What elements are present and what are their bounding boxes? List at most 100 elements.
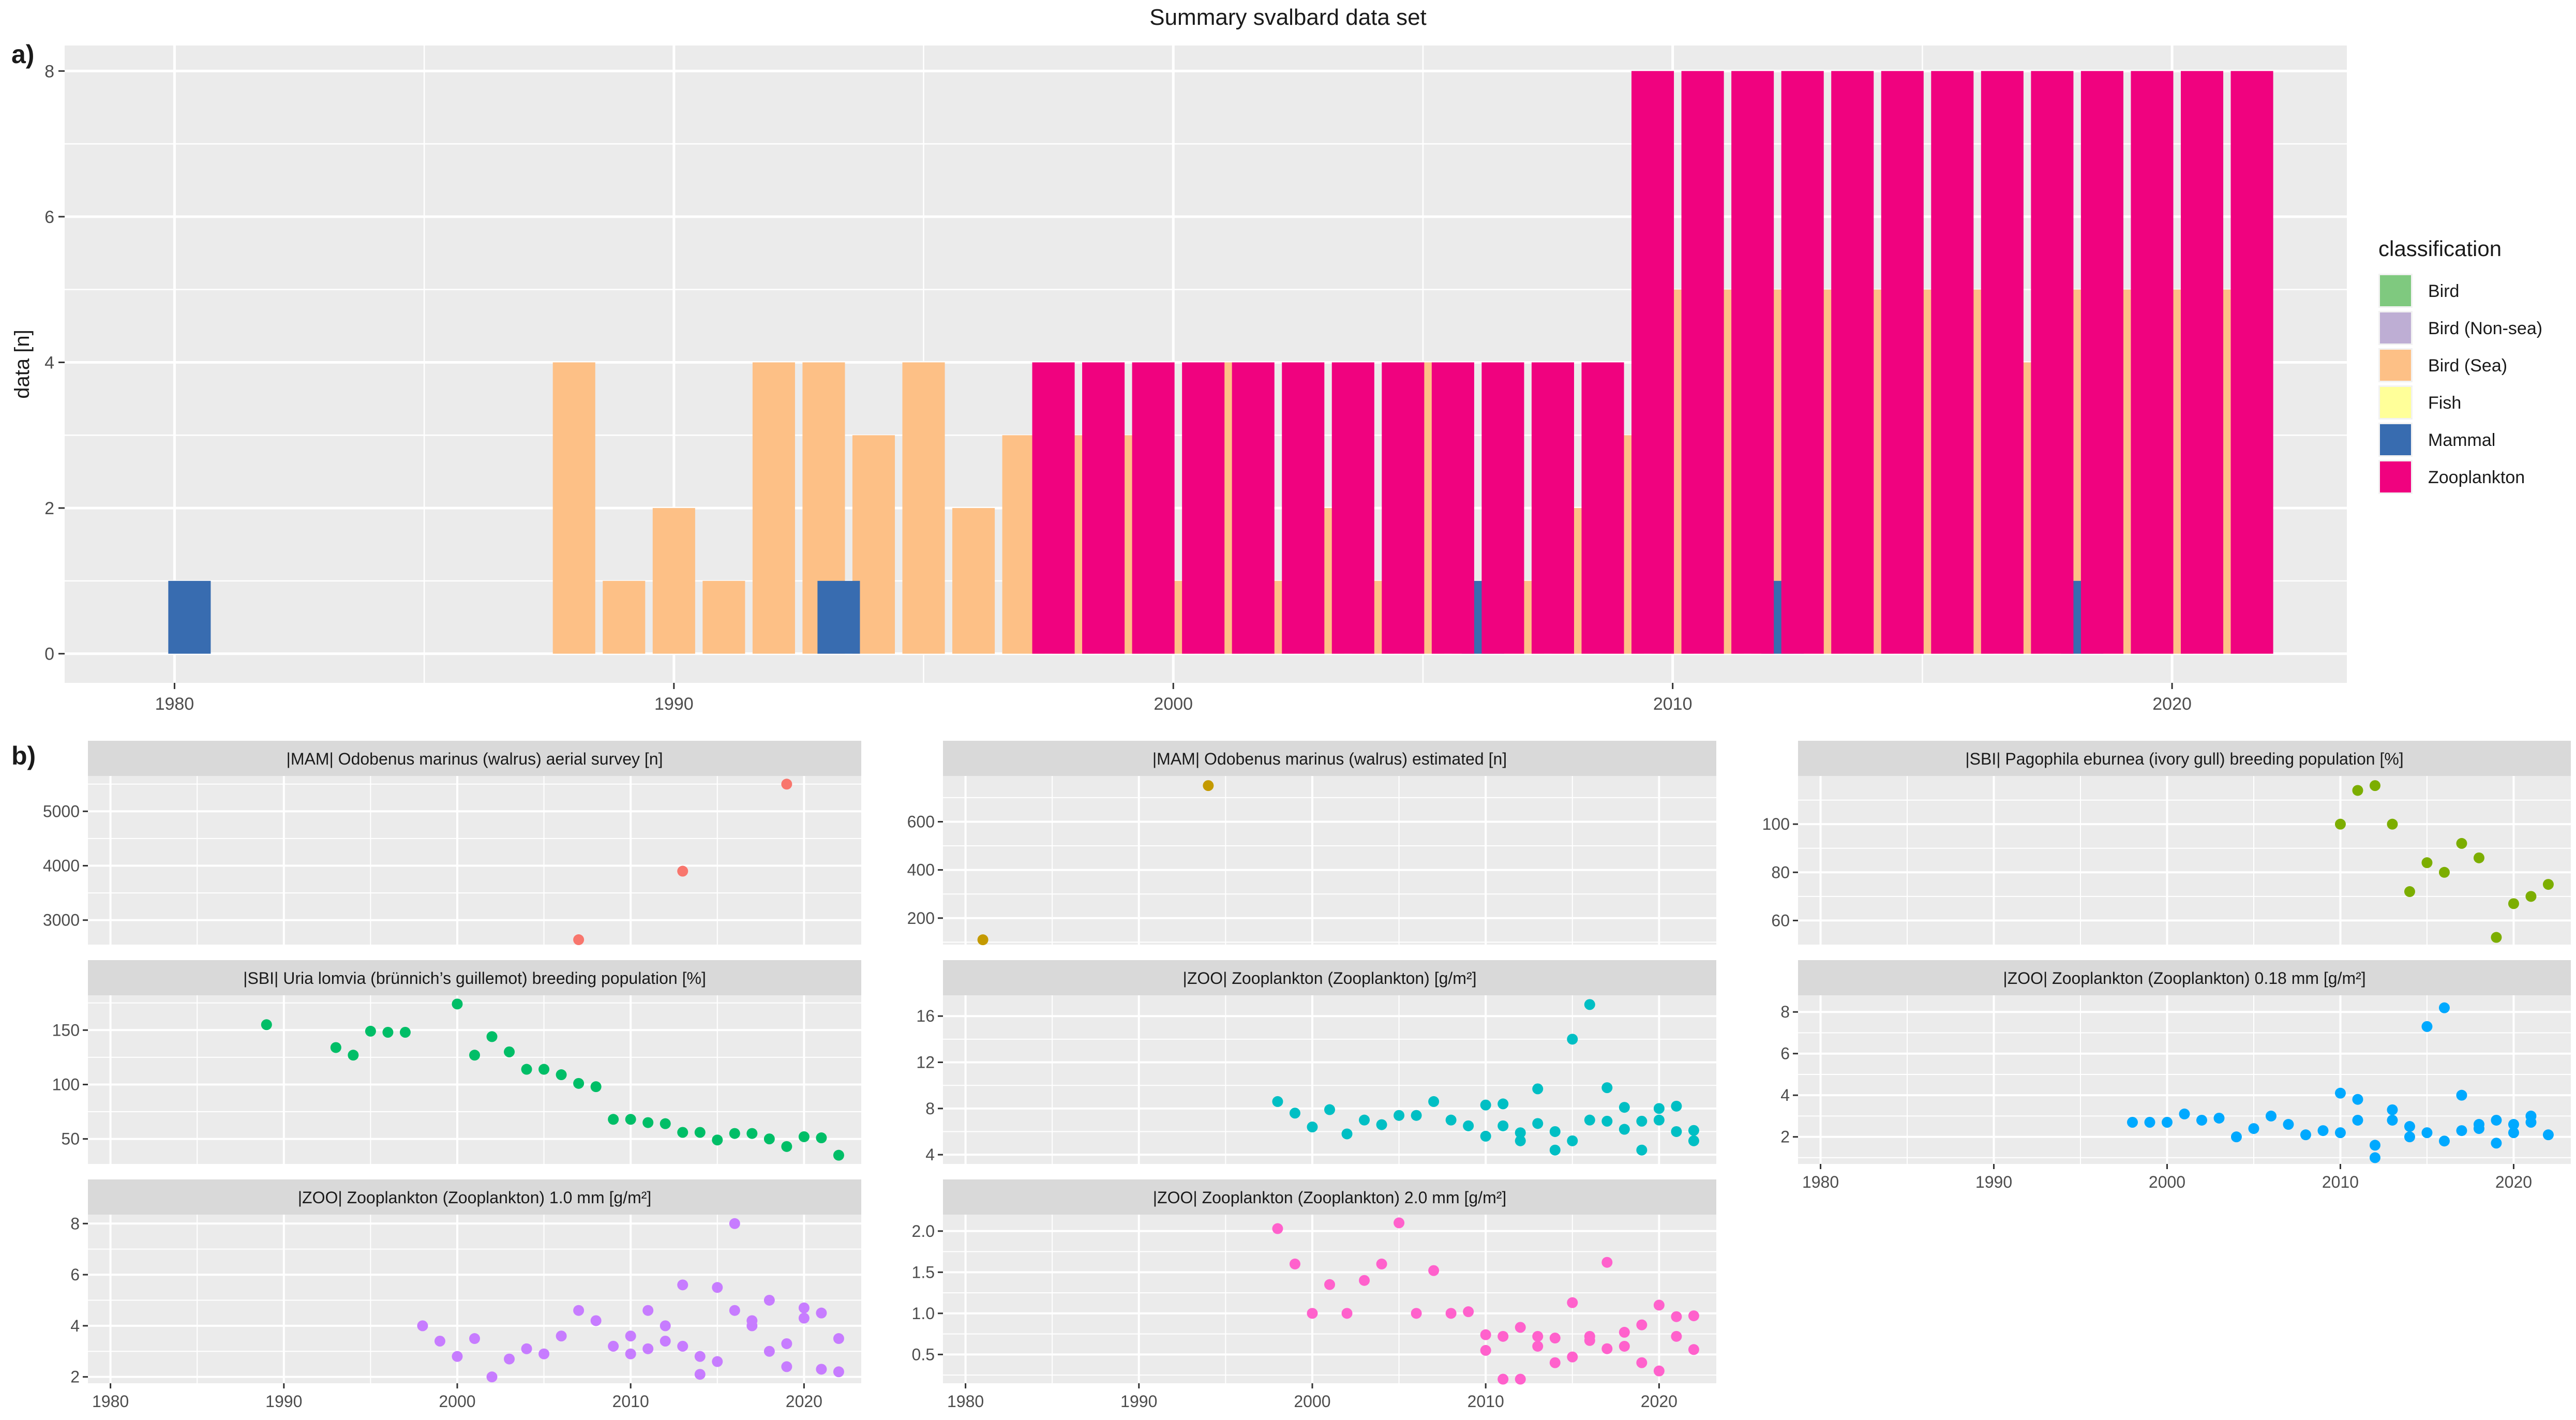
bar-zooplankton	[2180, 71, 2224, 654]
data-point	[2162, 1117, 2173, 1128]
bar-zooplankton	[1082, 362, 1125, 654]
legend-label: Mammal	[2428, 430, 2495, 450]
data-point	[590, 1315, 602, 1326]
data-point	[2404, 1131, 2415, 1143]
data-point	[573, 1078, 585, 1089]
y-tick-label: 50	[61, 1130, 80, 1148]
data-point	[2334, 1127, 2346, 1139]
data-point	[608, 1114, 619, 1125]
legend-label: Bird (Sea)	[2428, 356, 2507, 376]
data-point	[2317, 1125, 2329, 1137]
data-point	[798, 1131, 810, 1142]
facet-title: |MAM| Odobenus marinus (walrus) aerial s…	[287, 750, 663, 768]
facet-panel	[88, 1215, 861, 1383]
data-point	[1480, 1329, 1491, 1340]
data-point	[1480, 1344, 1491, 1356]
x-tick-label: 1980	[155, 694, 194, 714]
legend-label: Bird	[2428, 281, 2459, 301]
facet-zoo_10: |ZOO| Zooplankton (Zooplankton) 1.0 mm […	[70, 1179, 861, 1411]
data-point	[1289, 1108, 1300, 1119]
bar-zooplankton	[1981, 71, 2024, 654]
y-tick-label: 150	[52, 1021, 80, 1039]
data-point	[2491, 1114, 2502, 1126]
data-point	[1688, 1135, 1699, 1146]
data-point	[521, 1064, 532, 1075]
data-point	[1515, 1373, 1526, 1385]
data-point	[781, 1338, 792, 1349]
x-tick-label: 1990	[265, 1392, 302, 1411]
data-point	[2265, 1110, 2277, 1122]
y-tick-label: 200	[907, 909, 935, 928]
y-tick-label: 8	[925, 1099, 935, 1118]
data-point	[1619, 1102, 1630, 1113]
y-tick-label: 1.0	[912, 1304, 935, 1323]
data-point	[1671, 1331, 1682, 1342]
data-point	[1272, 1096, 1283, 1107]
y-tick-label: 8	[70, 1214, 80, 1233]
data-point	[486, 1371, 498, 1383]
data-point	[763, 1294, 775, 1306]
data-point	[2179, 1108, 2190, 1119]
data-point	[1601, 1343, 1613, 1354]
bar-zooplankton	[1032, 362, 1075, 654]
y-tick-label: 4	[1780, 1086, 1790, 1104]
bar-zooplankton	[1531, 362, 1575, 654]
data-point	[590, 1081, 602, 1093]
y-tick-label: 100	[1762, 815, 1790, 833]
data-point	[833, 1333, 844, 1344]
data-point	[1289, 1258, 1300, 1269]
data-point	[2456, 1125, 2467, 1137]
data-point	[1376, 1258, 1387, 1269]
bar-bird-sea-	[652, 508, 695, 654]
x-tick-label: 1990	[1120, 1392, 1157, 1411]
facet-title: |ZOO| Zooplankton (Zooplankton) [g/m²]	[1183, 969, 1477, 988]
y-tick-label: 80	[1771, 863, 1790, 881]
data-point	[694, 1127, 706, 1138]
data-point	[2387, 1114, 2398, 1126]
data-point	[1549, 1333, 1561, 1344]
data-point	[677, 865, 688, 877]
data-point	[573, 1305, 585, 1316]
data-point	[1532, 1331, 1544, 1342]
data-point	[1532, 1083, 1544, 1095]
legend-label: Fish	[2428, 393, 2461, 413]
bar-zooplankton	[1731, 71, 1774, 654]
x-tick-label: 2010	[1467, 1392, 1504, 1411]
data-point	[1688, 1125, 1699, 1136]
data-point	[746, 1315, 758, 1326]
bar-zooplankton	[1431, 362, 1474, 654]
data-point	[1497, 1098, 1509, 1110]
data-point	[1307, 1308, 1318, 1319]
data-point	[2438, 1135, 2450, 1147]
data-point	[1341, 1128, 1353, 1140]
bar-zooplankton	[1581, 362, 1624, 654]
data-point	[417, 1320, 428, 1332]
data-point	[1567, 1034, 1578, 1045]
data-point	[2456, 838, 2467, 849]
x-tick-label: 2020	[786, 1392, 822, 1411]
data-point	[2196, 1114, 2207, 1126]
data-point	[2525, 1117, 2537, 1128]
bar-zooplankton	[1481, 362, 1524, 654]
facet-title: |ZOO| Zooplankton (Zooplankton) 1.0 mm […	[298, 1188, 652, 1207]
data-point	[2421, 1127, 2433, 1139]
data-point	[261, 1019, 272, 1030]
data-point	[1601, 1115, 1613, 1127]
data-point	[348, 1050, 359, 1061]
data-point	[608, 1340, 619, 1352]
data-point	[1601, 1082, 1613, 1094]
data-point	[763, 1346, 775, 1357]
bar-mammal	[817, 580, 860, 654]
y-tick-label: 8	[1780, 1003, 1790, 1021]
data-point	[1653, 1103, 1665, 1114]
data-point	[1463, 1306, 1474, 1318]
data-point	[469, 1050, 480, 1061]
facet-panel	[943, 1215, 1716, 1383]
legend-swatch	[2380, 312, 2411, 343]
bar-zooplankton	[2230, 71, 2273, 654]
data-point	[2334, 818, 2346, 830]
data-point	[2369, 780, 2380, 791]
x-tick-label: 1980	[92, 1392, 129, 1411]
data-point	[1359, 1114, 1370, 1126]
x-tick-label: 1980	[947, 1392, 984, 1411]
